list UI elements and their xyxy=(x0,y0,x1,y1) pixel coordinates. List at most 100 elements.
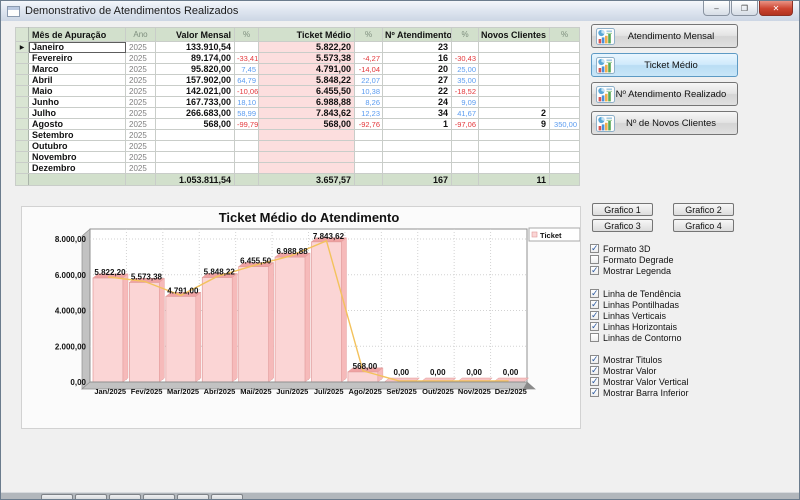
cell-ticket[interactable]: 4.791,00 xyxy=(259,64,355,75)
cell-ticket-pct[interactable] xyxy=(355,42,383,53)
cell-atend-pct[interactable]: -97,06 xyxy=(452,119,479,130)
checkbox-mostrar-barra-inferior[interactable]: ✓Mostrar Barra Inferior xyxy=(590,387,790,398)
row-selector[interactable] xyxy=(16,75,29,86)
cell-ticket-pct[interactable]: -14,04 xyxy=(355,64,383,75)
cell-ticket[interactable] xyxy=(259,130,355,141)
row-selector[interactable]: ▶ xyxy=(16,42,29,53)
cell-ticket-pct[interactable]: 10,38 xyxy=(355,86,383,97)
cell-ano[interactable]: 2025 xyxy=(126,141,156,152)
cell-ano[interactable]: 2025 xyxy=(126,64,156,75)
cell-valor-pct[interactable]: 7,45 xyxy=(235,64,259,75)
cell-valor-pct[interactable]: 64,79 xyxy=(235,75,259,86)
row-selector[interactable] xyxy=(16,86,29,97)
cell-atend[interactable]: 23 xyxy=(383,42,452,53)
cell-valor[interactable]: 266.683,00 xyxy=(156,108,235,119)
cell-ano[interactable]: 2025 xyxy=(126,119,156,130)
checkbox-formato-degrade[interactable]: Formato Degrade xyxy=(590,254,790,265)
checkbox-box[interactable]: ✓ xyxy=(590,377,599,386)
cell-novos-pct[interactable] xyxy=(550,163,580,174)
cell-novos-pct[interactable] xyxy=(550,75,580,86)
checkbox-box[interactable]: ✓ xyxy=(590,266,599,275)
cell-valor[interactable] xyxy=(156,163,235,174)
close-button[interactable]: ✕ xyxy=(759,1,793,16)
cell-valor[interactable]: 133.910,54 xyxy=(156,42,235,53)
cell-novos[interactable]: 2 xyxy=(479,108,550,119)
nav-button-atendimento-mensal[interactable]: Atendimento Mensal xyxy=(591,24,738,48)
cell-mes[interactable]: Abril xyxy=(29,75,126,86)
bottom-toolbar-button[interactable] xyxy=(177,494,209,499)
cell-novos-pct[interactable] xyxy=(550,97,580,108)
cell-atend[interactable]: 20 xyxy=(383,64,452,75)
cell-valor-pct[interactable] xyxy=(235,130,259,141)
cell-ano[interactable]: 2025 xyxy=(126,130,156,141)
checkbox-box[interactable] xyxy=(590,255,599,264)
cell-ano[interactable]: 2025 xyxy=(126,163,156,174)
cell-valor-pct[interactable] xyxy=(235,141,259,152)
cell-ticket-pct[interactable]: 22,07 xyxy=(355,75,383,86)
cell-atend[interactable]: 27 xyxy=(383,75,452,86)
checkbox-mostrar-valor-vertical[interactable]: ✓Mostrar Valor Vertical xyxy=(590,376,790,387)
cell-ticket-pct[interactable]: 8,26 xyxy=(355,97,383,108)
cell-novos[interactable] xyxy=(479,141,550,152)
cell-ano[interactable]: 2025 xyxy=(126,53,156,64)
cell-ano[interactable]: 2025 xyxy=(126,152,156,163)
window-titlebar[interactable]: Demonstrativo de Atendimentos Realizados… xyxy=(1,1,799,22)
cell-mes[interactable]: Junho xyxy=(29,97,126,108)
cell-valor[interactable] xyxy=(156,130,235,141)
cell-novos-pct[interactable] xyxy=(550,130,580,141)
grafico-button-3[interactable]: Grafico 3 xyxy=(592,219,653,232)
cell-atend-pct[interactable]: -18,52 xyxy=(452,86,479,97)
cell-ticket[interactable]: 6.455,50 xyxy=(259,86,355,97)
cell-novos-pct[interactable] xyxy=(550,64,580,75)
row-selector[interactable] xyxy=(16,152,29,163)
nav-button-n-atendimento-realizado[interactable]: Nº Atendimento Realizado xyxy=(591,82,738,106)
checkbox-linhas-horizontais[interactable]: ✓Linhas Horizontais xyxy=(590,321,790,332)
cell-novos-pct[interactable] xyxy=(550,108,580,119)
cell-novos-pct[interactable] xyxy=(550,53,580,64)
nav-button-ticket-m-dio[interactable]: Ticket Médio xyxy=(591,53,738,77)
cell-novos[interactable] xyxy=(479,86,550,97)
cell-atend-pct[interactable]: 41,67 xyxy=(452,108,479,119)
maximize-button[interactable]: ❐ xyxy=(731,1,758,16)
cell-mes[interactable]: Novembro xyxy=(29,152,126,163)
cell-novos[interactable] xyxy=(479,64,550,75)
checkbox-mostrar-valor[interactable]: ✓Mostrar Valor xyxy=(590,365,790,376)
cell-valor[interactable] xyxy=(156,141,235,152)
row-selector[interactable] xyxy=(16,141,29,152)
cell-ticket[interactable]: 7.843,62 xyxy=(259,108,355,119)
checkbox-box[interactable]: ✓ xyxy=(590,366,599,375)
cell-atend[interactable]: 22 xyxy=(383,86,452,97)
cell-atend-pct[interactable] xyxy=(452,163,479,174)
cell-valor[interactable]: 157.902,00 xyxy=(156,75,235,86)
cell-mes[interactable]: Janeiro xyxy=(29,42,126,53)
cell-valor[interactable]: 142.021,00 xyxy=(156,86,235,97)
cell-novos-pct[interactable] xyxy=(550,86,580,97)
minimize-button[interactable]: – xyxy=(703,1,730,16)
cell-atend[interactable]: 1 xyxy=(383,119,452,130)
cell-atend-pct[interactable] xyxy=(452,152,479,163)
cell-valor[interactable]: 568,00 xyxy=(156,119,235,130)
row-selector[interactable] xyxy=(16,97,29,108)
cell-atend[interactable] xyxy=(383,130,452,141)
checkbox-box[interactable]: ✓ xyxy=(590,311,599,320)
cell-ticket-pct[interactable] xyxy=(355,141,383,152)
checkbox-linhas-verticais[interactable]: ✓Linhas Verticais xyxy=(590,310,790,321)
cell-novos-pct[interactable] xyxy=(550,141,580,152)
cell-ticket[interactable]: 568,00 xyxy=(259,119,355,130)
bottom-toolbar-button[interactable] xyxy=(143,494,175,499)
grafico-button-2[interactable]: Grafico 2 xyxy=(673,203,734,216)
checkbox-box[interactable]: ✓ xyxy=(590,289,599,298)
cell-mes[interactable]: Marco xyxy=(29,64,126,75)
cell-mes[interactable]: Maio xyxy=(29,86,126,97)
cell-atend-pct[interactable] xyxy=(452,42,479,53)
cell-valor-pct[interactable]: 18,10 xyxy=(235,97,259,108)
bottom-toolbar-button[interactable] xyxy=(211,494,243,499)
cell-valor-pct[interactable]: -99,79 xyxy=(235,119,259,130)
row-selector[interactable] xyxy=(16,53,29,64)
row-selector[interactable] xyxy=(16,108,29,119)
cell-mes[interactable]: Fevereiro xyxy=(29,53,126,64)
cell-valor-pct[interactable] xyxy=(235,152,259,163)
row-selector[interactable] xyxy=(16,64,29,75)
cell-atend-pct[interactable] xyxy=(452,141,479,152)
cell-valor-pct[interactable]: -33,41 xyxy=(235,53,259,64)
